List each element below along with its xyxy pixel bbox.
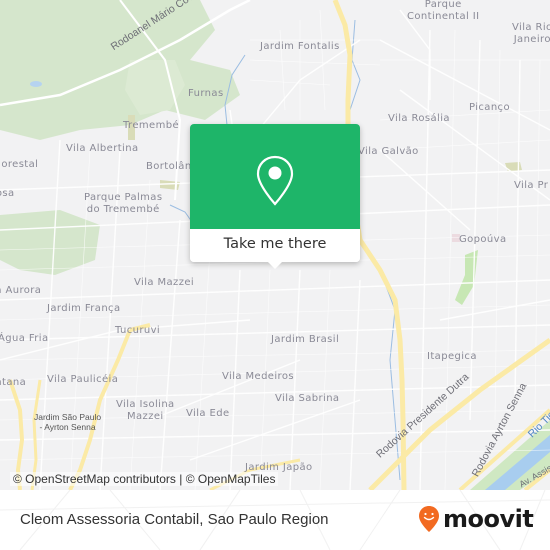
label-vila-albertina: Vila Albertina bbox=[66, 143, 139, 154]
label-vila-pr: Vila Pr bbox=[514, 180, 549, 191]
label-line: Jardim São Paulo bbox=[34, 412, 102, 422]
moovit-logo[interactable]: moovit bbox=[418, 504, 534, 534]
label-picanco: Picanço bbox=[469, 102, 510, 113]
label-vila-medeiros: Vila Medeiros bbox=[222, 371, 294, 382]
label-rosa: Rosa bbox=[0, 188, 15, 199]
label-santana: Santana bbox=[0, 377, 27, 388]
label-tremembe: Tremembé bbox=[123, 120, 180, 131]
label-tucuruvi: Tucuruvi bbox=[115, 325, 161, 336]
map-pin-icon bbox=[256, 155, 294, 206]
label-line: Janeiro bbox=[513, 34, 550, 45]
label-vila-rosalia: Vila Rosália bbox=[388, 113, 450, 124]
label-line: do Tremembé bbox=[86, 204, 160, 215]
label-gopouva: Gopoúva bbox=[459, 234, 507, 245]
label-line: Continental II bbox=[407, 11, 480, 22]
label-jardim-sao-paulo: Jardim São Paulo - Ayrton Senna bbox=[34, 412, 101, 432]
park-area bbox=[0, 210, 100, 275]
label-line: Vila Isolina bbox=[116, 399, 175, 410]
label-parque-continental: Parque Continental II bbox=[407, 0, 479, 23]
label-jardim-fontalis: Jardim Fontalis bbox=[260, 41, 340, 52]
label-jardim-franca: Jardim França bbox=[47, 303, 121, 314]
label-line: Parque Palmas bbox=[84, 192, 163, 203]
popup-pointer bbox=[267, 261, 283, 269]
label-vila-ede: Vila Ede bbox=[186, 408, 230, 419]
label-florestal: Florestal bbox=[0, 159, 39, 170]
label-vila-galvao: Vila Galvão bbox=[358, 146, 419, 157]
label-vila-mazzei: Vila Mazzei bbox=[134, 277, 195, 288]
label-agua-fria: Água Fria bbox=[0, 333, 49, 344]
label-vila-isolina-mazzei: Vila Isolina Mazzei bbox=[116, 399, 175, 423]
map-attribution[interactable]: © OpenStreetMap contributors | © OpenMap… bbox=[10, 472, 279, 486]
label-vila-paulliceia: Vila Paulicéia bbox=[47, 374, 119, 385]
label-jardim-brasil: Jardim Brasil bbox=[271, 334, 340, 345]
footer-bar: Cleom Assessoria Contabil, Sao Paulo Reg… bbox=[0, 490, 550, 550]
label-vila-aurora: Vila Aurora bbox=[0, 285, 42, 296]
label-furnas: Furnas bbox=[188, 88, 224, 99]
label-line: Vila Rio bbox=[512, 22, 550, 33]
stream bbox=[169, 204, 193, 223]
map-view[interactable]: Parque Continental II Vila Rio Janeiro J… bbox=[0, 0, 550, 490]
label-vila-sabrina: Vila Sabrina bbox=[275, 393, 340, 404]
place-name: Cleom Assessoria Contabil, Sao Paulo Reg… bbox=[20, 511, 329, 528]
label-line: Parque bbox=[424, 0, 462, 10]
label-itapegica: Itapegica bbox=[427, 351, 477, 362]
label-line: Mazzei bbox=[127, 411, 164, 422]
lake bbox=[30, 81, 42, 87]
location-popup[interactable]: Take me there bbox=[190, 124, 360, 269]
moovit-wordmark: moovit bbox=[443, 505, 534, 533]
popup-header[interactable] bbox=[190, 124, 360, 229]
moovit-pin-icon bbox=[419, 506, 439, 532]
label-line: - Ayrton Senna bbox=[39, 422, 96, 432]
label-parque-palmas: Parque Palmas do Tremembé bbox=[84, 192, 162, 216]
take-me-there-button[interactable]: Take me there bbox=[190, 229, 360, 262]
label-vila-rio: Vila Rio Janeiro bbox=[512, 22, 550, 46]
